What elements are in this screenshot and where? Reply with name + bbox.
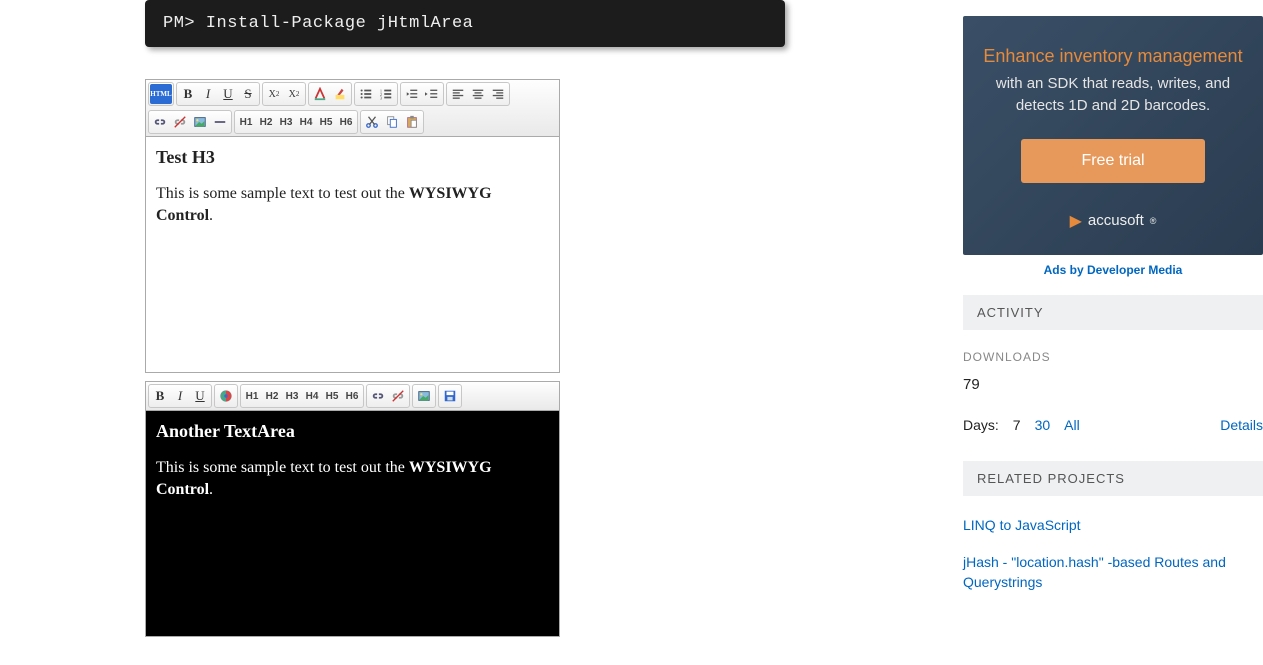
paste-button[interactable] bbox=[402, 112, 422, 132]
save-button[interactable] bbox=[440, 386, 460, 406]
editor-light-tail: . bbox=[209, 207, 213, 224]
editor-light-heading: Test H3 bbox=[156, 145, 549, 169]
editor-dark: B I U H1 H2 H3 H4 H5 H6 bbox=[145, 381, 560, 637]
related-link[interactable]: jHash - "location.hash" -based Routes an… bbox=[963, 553, 1263, 592]
editor-light-text: This is some sample text to test out the bbox=[156, 185, 409, 202]
align-center-button[interactable] bbox=[468, 84, 488, 104]
copy-button[interactable] bbox=[382, 112, 402, 132]
bold-button[interactable]: B bbox=[150, 386, 170, 406]
ordered-list-button[interactable]: 123 bbox=[376, 84, 396, 104]
brand-logo-icon: ▶ bbox=[1070, 211, 1082, 231]
ads-by-link[interactable]: Ads by Developer Media bbox=[963, 263, 1263, 277]
downloads-count: 79 bbox=[963, 376, 1263, 393]
unlink-button[interactable] bbox=[388, 386, 408, 406]
forecolor-button[interactable] bbox=[310, 84, 330, 104]
hr-button[interactable] bbox=[210, 112, 230, 132]
editor-dark-content[interactable]: Another TextArea This is some sample tex… bbox=[146, 411, 559, 636]
related-projects-list: LINQ to JavaScript jHash - "location.has… bbox=[963, 516, 1263, 593]
editor-dark-text: This is some sample text to test out the bbox=[156, 459, 409, 476]
svg-text:3: 3 bbox=[380, 95, 383, 100]
h2-button[interactable]: H2 bbox=[262, 386, 282, 406]
h6-button[interactable]: H6 bbox=[336, 112, 356, 132]
highlight-button[interactable] bbox=[330, 84, 350, 104]
h1-button[interactable]: H1 bbox=[242, 386, 262, 406]
ad-brand-mark: ® bbox=[1150, 216, 1157, 226]
days-30[interactable]: 30 bbox=[1035, 417, 1051, 433]
terminal-text: PM> Install-Package jHtmlArea bbox=[163, 14, 473, 33]
install-command-terminal: PM> Install-Package jHtmlArea bbox=[145, 0, 785, 47]
h2-button[interactable]: H2 bbox=[256, 112, 276, 132]
link-button[interactable] bbox=[150, 112, 170, 132]
ad-subtext: with an SDK that reads, writes, and dete… bbox=[983, 73, 1243, 117]
forecolor-button[interactable] bbox=[216, 386, 236, 406]
italic-button[interactable]: I bbox=[170, 386, 190, 406]
h5-button[interactable]: H5 bbox=[322, 386, 342, 406]
activity-header: ACTIVITY bbox=[963, 295, 1263, 330]
cut-button[interactable] bbox=[362, 112, 382, 132]
related-header: RELATED PROJECTS bbox=[963, 461, 1263, 496]
days-label: Days: bbox=[963, 417, 999, 433]
sidebar-ad[interactable]: Enhance inventory management with an SDK… bbox=[963, 16, 1263, 255]
editor-light-content[interactable]: Test H3 This is some sample text to test… bbox=[146, 137, 559, 372]
h3-button[interactable]: H3 bbox=[282, 386, 302, 406]
h1-button[interactable]: H1 bbox=[236, 112, 256, 132]
h4-button[interactable]: H4 bbox=[296, 112, 316, 132]
days-filter-row: Days: 7 30 All Details bbox=[963, 417, 1263, 433]
underline-button[interactable]: U bbox=[190, 386, 210, 406]
subscript-button[interactable]: X2 bbox=[264, 84, 284, 104]
editor-dark-paragraph: This is some sample text to test out the… bbox=[156, 457, 549, 500]
related-link[interactable]: LINQ to JavaScript bbox=[963, 516, 1263, 536]
h3-button[interactable]: H3 bbox=[276, 112, 296, 132]
indent-button[interactable] bbox=[422, 84, 442, 104]
image-button[interactable] bbox=[414, 386, 434, 406]
downloads-label: DOWNLOADS bbox=[963, 350, 1263, 364]
superscript-button[interactable]: X2 bbox=[284, 84, 304, 104]
ad-headline: Enhance inventory management bbox=[983, 46, 1243, 67]
h5-button[interactable]: H5 bbox=[316, 112, 336, 132]
bold-button[interactable]: B bbox=[178, 84, 198, 104]
editor-light: HTML B I U S X2 X2 123 bbox=[145, 79, 560, 373]
editor-dark-tail: . bbox=[209, 481, 213, 498]
underline-button[interactable]: U bbox=[218, 84, 238, 104]
strike-button[interactable]: S bbox=[238, 84, 258, 104]
italic-button[interactable]: I bbox=[198, 84, 218, 104]
ad-brand: ▶ accusoft ® bbox=[983, 211, 1243, 231]
editor-dark-heading: Another TextArea bbox=[156, 419, 549, 443]
unlink-button[interactable] bbox=[170, 112, 190, 132]
align-right-button[interactable] bbox=[488, 84, 508, 104]
editor-dark-toolbar: B I U H1 H2 H3 H4 H5 H6 bbox=[146, 382, 559, 411]
ad-cta-button[interactable]: Free trial bbox=[1021, 139, 1204, 183]
details-link[interactable]: Details bbox=[1220, 417, 1263, 433]
align-left-button[interactable] bbox=[448, 84, 468, 104]
link-button[interactable] bbox=[368, 386, 388, 406]
days-all[interactable]: All bbox=[1064, 417, 1080, 433]
h4-button[interactable]: H4 bbox=[302, 386, 322, 406]
h6-button[interactable]: H6 bbox=[342, 386, 362, 406]
days-7[interactable]: 7 bbox=[1013, 417, 1021, 433]
ad-brand-name: accusoft bbox=[1088, 212, 1144, 229]
html-source-button[interactable]: HTML bbox=[150, 84, 172, 104]
outdent-button[interactable] bbox=[402, 84, 422, 104]
editor-light-paragraph: This is some sample text to test out the… bbox=[156, 183, 549, 226]
unordered-list-button[interactable] bbox=[356, 84, 376, 104]
editor-light-toolbar: HTML B I U S X2 X2 123 bbox=[146, 80, 559, 137]
image-button[interactable] bbox=[190, 112, 210, 132]
